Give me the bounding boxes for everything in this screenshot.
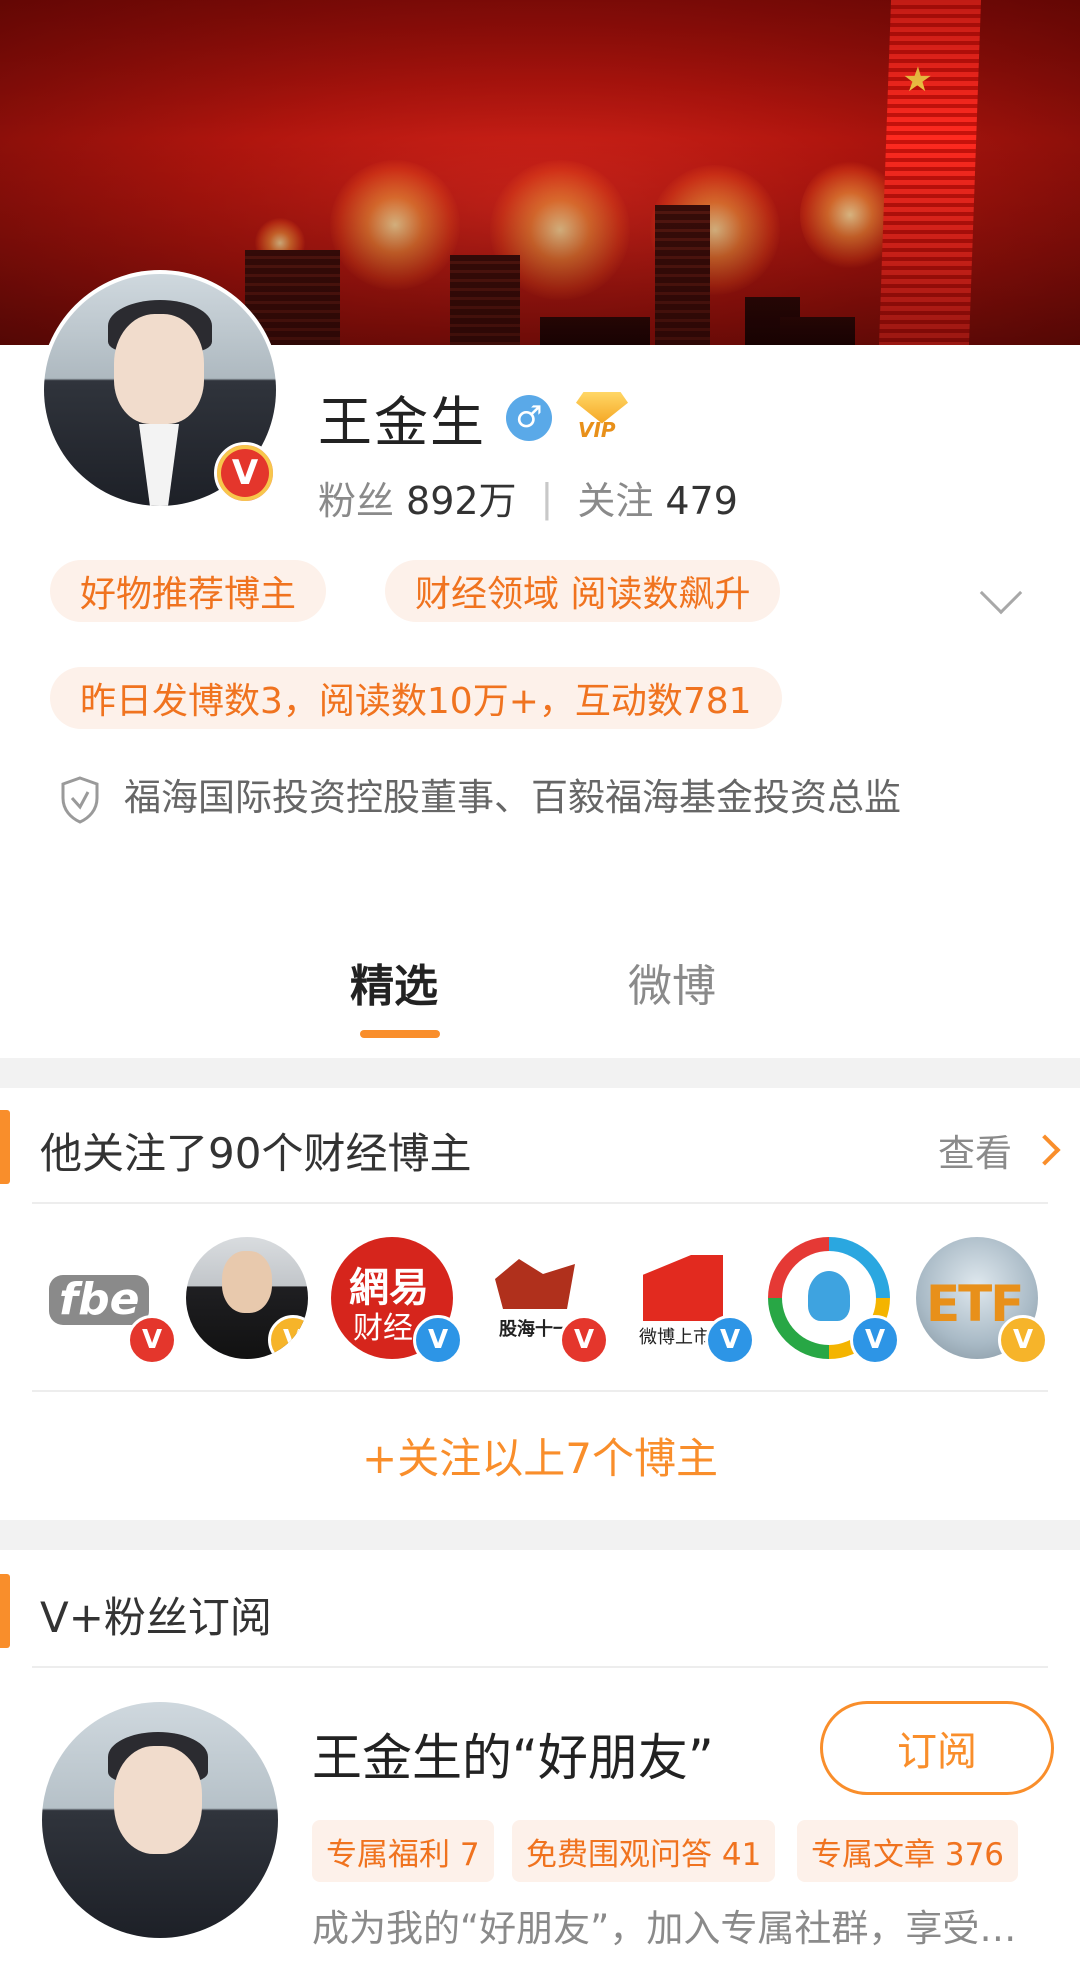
divider (32, 1666, 1048, 1668)
blogger-avatar-guhai[interactable]: 股海十一 V (477, 1237, 609, 1365)
fans-count: 892万 (406, 479, 517, 523)
verified-v-icon: V (268, 1315, 308, 1359)
verified-v-icon: V (705, 1315, 755, 1365)
verified-v-icon: V (214, 442, 276, 504)
chevron-right-icon (1029, 1134, 1061, 1166)
following-section-title: 他关注了90个财经博主 (40, 1129, 472, 1178)
verified-v-icon: V (850, 1315, 900, 1365)
following-label: 关注 (577, 479, 654, 523)
blogger-avatar-netease-finance[interactable]: 網易 财经 V (331, 1237, 463, 1365)
section-accent-bar (0, 1110, 10, 1184)
stock-chart-icon (643, 1255, 723, 1321)
finance-logo-text: 财经 (353, 1311, 413, 1346)
person-head (222, 1251, 272, 1313)
section-gap (0, 1520, 1080, 1550)
following-stat[interactable]: 关注 479 (577, 470, 738, 525)
blogger-avatar-weibo-listed[interactable]: 微博上市 V (623, 1237, 755, 1365)
divider (32, 1202, 1048, 1204)
tag-yesterday-stats[interactable]: 昨日发博数3，阅读数10万+，互动数781 (50, 667, 782, 729)
verified-v-icon: V (413, 1315, 463, 1365)
tab-weibo[interactable]: 微博 (628, 950, 716, 1014)
divider (32, 1390, 1048, 1392)
vip-label: VIP (578, 417, 616, 442)
view-more-link[interactable]: 查看 (938, 1123, 1061, 1177)
chip-free-qa: 免费围观问答 41 (512, 1820, 776, 1882)
avatar-face (114, 314, 204, 424)
chip-exclusive-benefits: 专属福利 7 (312, 1820, 494, 1882)
blogger-avatar-etf[interactable]: ETF V (916, 1237, 1048, 1365)
profile-stats: 粉丝 892万 | 关注 479 (318, 470, 738, 525)
blogger-avatar-tencent[interactable]: V (768, 1237, 900, 1365)
blogger-avatar-person[interactable]: V (186, 1237, 308, 1359)
subscribe-button[interactable]: 订阅 (820, 1701, 1054, 1795)
view-more-label: 查看 (938, 1132, 1012, 1175)
section-accent-bar (0, 1574, 10, 1648)
active-tab-indicator (360, 1030, 440, 1038)
shield-icon (61, 776, 99, 824)
tag-finance-domain[interactable]: 财经领域 阅读数飙升 (385, 560, 781, 622)
chevron-down-icon[interactable] (979, 571, 1023, 615)
vip-diamond-icon[interactable]: VIP (572, 391, 632, 444)
fans-label: 粉丝 (318, 479, 395, 523)
tab-featured[interactable]: 精选 (350, 950, 438, 1014)
subscription-description: 成为我的“好朋友”，加入专属社群，享受专属福利 (312, 1907, 1052, 1950)
stat-separator: | (540, 475, 554, 520)
tag-good-products-blogger[interactable]: 好物推荐博主 (50, 560, 327, 622)
verification-info: 福海国际投资控股董事、百毅福海基金投资总监 (60, 770, 984, 826)
follow-all-button[interactable]: +关注以上7个博主 (0, 1425, 1080, 1486)
section-gap (0, 1058, 1080, 1088)
fans-stat[interactable]: 粉丝 892万 (318, 470, 517, 525)
verification-text: 福海国际投资控股董事、百毅福海基金投资总监 (124, 776, 901, 819)
subscription-avatar[interactable] (42, 1702, 278, 1938)
weibo-listed-logo-text: 微博上市 (639, 1327, 711, 1348)
male-gender-icon: ♂ (506, 394, 552, 441)
blogger-avatar-fbe[interactable]: fbe V (45, 1237, 177, 1365)
subscription-section-title: V+粉丝订阅 (40, 1593, 272, 1642)
avatar-face (114, 1746, 202, 1854)
verified-v-icon: V (998, 1315, 1048, 1365)
avatar-shirt (139, 424, 179, 506)
profile-avatar[interactable]: V (40, 270, 280, 510)
chip-exclusive-articles: 专属文章 376 (797, 1820, 1019, 1882)
subscription-card-title[interactable]: 王金生的“好朋友” (312, 1718, 714, 1790)
verified-v-icon: V (127, 1315, 177, 1365)
verified-v-icon: V (559, 1315, 609, 1365)
fbe-logo-text: fbe (49, 1275, 150, 1325)
following-count: 479 (665, 479, 738, 523)
profile-name: 王金生 (318, 391, 486, 454)
bull-icon (495, 1259, 575, 1309)
name-row: 王金生 ♂ VIP (318, 378, 632, 457)
penguin-icon (808, 1271, 850, 1321)
